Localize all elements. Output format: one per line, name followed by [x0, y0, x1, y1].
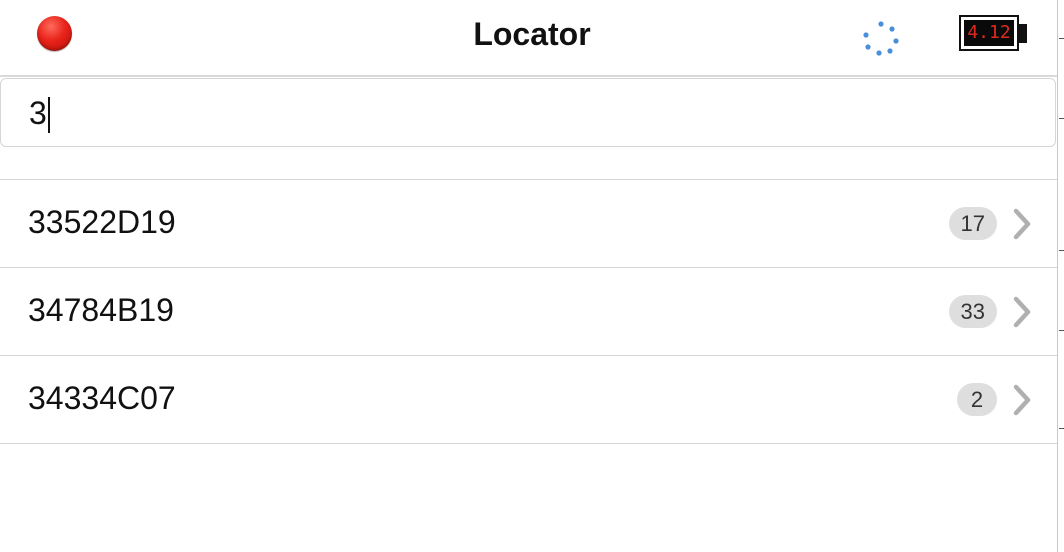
results-list: 33522D19 17 34784B19 33 34334C07 2	[0, 180, 1057, 444]
count-badge: 2	[957, 383, 997, 416]
spinner-icon	[863, 21, 899, 56]
text-caret	[48, 97, 50, 133]
list-item-label: 34784B19	[28, 292, 174, 328]
edge-tick	[1059, 428, 1064, 429]
app-window: Locator 4.12 3 33522D19 17 34784B19 33 3…	[0, 0, 1058, 552]
edge-tick	[1059, 38, 1064, 39]
search-input[interactable]: 3	[0, 78, 1056, 147]
title-bar: Locator 4.12	[0, 0, 1057, 77]
list-item[interactable]: 33522D19 17	[0, 180, 1057, 268]
section-spacer	[0, 147, 1057, 180]
edge-tick	[1059, 330, 1064, 331]
page-title: Locator	[473, 16, 591, 52]
list-item-label: 33522D19	[28, 204, 176, 240]
background-window-edge	[1058, 0, 1064, 552]
edge-tick	[1059, 250, 1064, 251]
search-input-value: 3	[29, 95, 47, 131]
battery-cap	[1019, 24, 1027, 43]
list-item[interactable]: 34334C07 2	[0, 356, 1057, 444]
count-badge: 17	[948, 207, 997, 240]
list-item-label: 34334C07	[28, 380, 176, 416]
battery-icon: 4.12	[959, 15, 1019, 51]
chevron-right-icon	[1013, 208, 1031, 240]
edge-tick	[1059, 118, 1064, 119]
chevron-right-icon	[1013, 296, 1031, 328]
chevron-right-icon	[1013, 384, 1031, 416]
list-item[interactable]: 34784B19 33	[0, 268, 1057, 356]
battery-value: 4.12	[964, 20, 1014, 46]
count-badge: 33	[948, 295, 997, 328]
